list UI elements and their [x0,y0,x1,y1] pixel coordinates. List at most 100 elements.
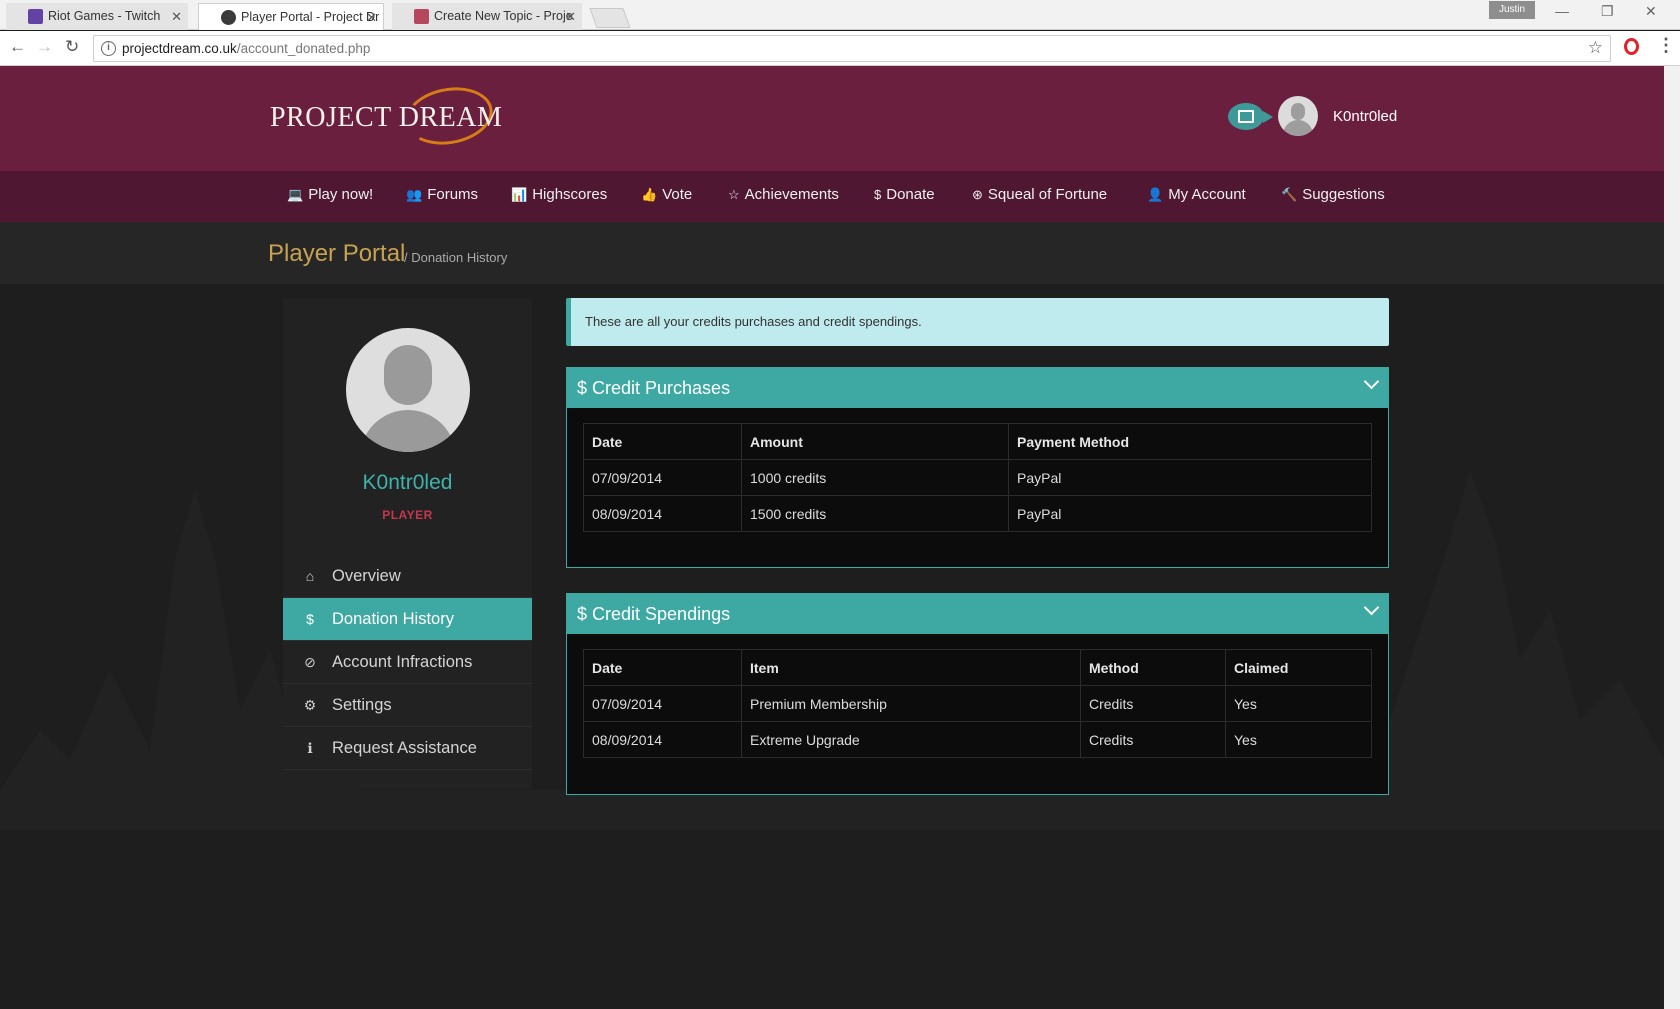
nav-suggestions[interactable]: 🔨 Suggestions [1281,186,1385,203]
profile-chip[interactable]: Justin [1489,1,1535,19]
nav-label: Achievements [744,186,839,203]
column-header: Claimed [1225,649,1372,686]
browser-tab-title: Player Portal - Project Dr [241,10,380,24]
site-info-icon[interactable]: i [101,41,116,56]
table-header-row: Date Item Method Claimed [583,649,1372,686]
purchases-table: Date Amount Payment Method 07/09/2014 10… [583,423,1372,532]
nav-my-account[interactable]: 👤 My Account [1147,186,1246,203]
nav-label: Highscores [532,186,608,203]
wheel-icon: ⊛ [972,187,983,202]
header-username[interactable]: K0ntr0led [1333,108,1397,125]
twitch-favicon-icon [28,9,43,24]
table-cell: PayPal [1008,495,1372,532]
panel-title: $ Credit Purchases [577,378,731,398]
nav-vote[interactable]: 👍 Vote [641,186,692,203]
back-icon[interactable]: ← [9,38,26,56]
alert-text: These are all your credits purchases and… [585,314,922,329]
nav-achievements[interactable]: ☆ Achievements [728,186,839,203]
restore-icon[interactable]: ❐ [1601,3,1614,20]
table-row: 08/09/2014 1500 credits PayPal [583,495,1372,532]
close-tab-icon[interactable]: ✕ [565,3,576,30]
nav-forums[interactable]: 👥 Forums [406,186,478,203]
chevron-down-icon[interactable] [1363,373,1380,390]
nav-squeal-of-fortune[interactable]: ⊛ Squeal of Fortune [972,186,1107,203]
avatar-head [384,345,432,405]
avatar[interactable] [1278,96,1318,136]
table-cell: 08/09/2014 [583,495,742,532]
table-cell: Premium Membership [741,685,1081,722]
browser-menu-icon[interactable]: ⋮ [1657,36,1675,54]
bookmark-star-icon[interactable]: ☆ [1588,38,1603,58]
browser-tab[interactable]: Create New Topic - Proje ✕ [392,3,582,30]
credit-spendings-panel: $ Credit Spendings Date Item Method Clai… [566,593,1389,795]
ban-icon: ⊘ [304,654,316,670]
sidebar-item-label: Account Infractions [332,653,473,671]
table-row: 08/09/2014 Extreme Upgrade Credits Yes [583,721,1372,758]
close-tab-icon[interactable]: ✕ [171,3,182,30]
panel-header[interactable]: $ Credit Spendings [567,594,1388,634]
nav-label: My Account [1168,186,1246,203]
opera-extension-icon[interactable] [1624,38,1639,55]
gavel-icon: 🔨 [1281,187,1298,202]
sidebar-item-request-assistance[interactable]: ℹ Request Assistance [283,727,532,770]
users-icon: 👥 [406,187,423,202]
messages-button[interactable] [1228,103,1273,130]
nav-donate[interactable]: $ Donate [874,186,935,203]
url-text: projectdream.co.uk/account_donated.php [122,41,370,56]
gear-icon: ⚙ [303,697,317,713]
star-icon: ☆ [728,187,740,202]
sidebar-item-account-infractions[interactable]: ⊘ Account Infractions [283,641,532,684]
table-cell: Credits [1080,721,1226,758]
page-title[interactable]: Player Portal [268,240,405,268]
laptop-icon: 💻 [287,187,304,202]
site-header: PROJECT DREAM K0ntr0led [0,66,1664,171]
nav-highscores[interactable]: 📊 Highscores [511,186,607,203]
chevron-down-icon[interactable] [1363,599,1380,616]
nav-label: Donate [886,186,935,203]
user-icon: 👤 [1147,187,1164,202]
sidebar-item-settings[interactable]: ⚙ Settings [283,684,532,727]
new-tab-button[interactable] [589,8,631,28]
breadcrumb: Player Portal / Donation History [0,222,1664,284]
forward-icon[interactable]: → [36,38,53,56]
thumbs-up-icon: 👍 [641,187,658,202]
table-cell: 1000 credits [741,459,1009,496]
sidebar-item-donation-history[interactable]: $ Donation History [283,598,532,641]
browser-tab-active[interactable]: Player Portal - Project Dr ✕ [198,3,384,30]
close-window-icon[interactable]: ✕ [1645,3,1657,20]
panel-title: $ Credit Spendings [577,604,731,624]
site-logo[interactable]: PROJECT DREAM [270,80,502,152]
avatar-body [1283,120,1313,136]
address-bar: ← → ↻ i projectdream.co.uk/account_donat… [0,31,1680,66]
home-icon: ⌂ [305,568,315,584]
column-header: Payment Method [1008,423,1372,460]
table-cell: Yes [1225,721,1372,758]
avatar-body [360,410,456,452]
nav-label: Forums [427,186,479,203]
url-host: projectdream.co.uk [122,41,237,56]
sidebar-item-label: Settings [332,696,392,714]
breadcrumb-current: / Donation History [404,250,508,265]
browser-tab[interactable]: Riot Games - Twitch ✕ [6,3,188,30]
sidebar-item-overview[interactable]: ⌂ Overview [283,555,532,598]
minimize-icon[interactable]: — [1555,3,1569,19]
url-field[interactable]: i projectdream.co.uk/account_donated.php… [93,35,1611,62]
table-cell: Extreme Upgrade [741,721,1081,758]
info-icon: ℹ [307,740,313,756]
nav-play-now[interactable]: 💻 Play now! [287,186,373,203]
browser-tab-title: Create New Topic - Proje [434,9,573,23]
column-header: Item [741,649,1081,686]
column-header: Method [1080,649,1226,686]
nav-label: Play now! [308,186,374,203]
logo-text: PROJECT DREAM [270,102,503,133]
close-tab-icon[interactable]: ✕ [366,4,377,30]
sidebar-item-label: Overview [332,567,401,585]
panel-header[interactable]: $ Credit Purchases [567,368,1388,408]
sidebar-menu: ⌂ Overview $ Donation History ⊘ Account Inf… [283,555,532,770]
reload-icon[interactable]: ↻ [65,38,79,56]
nav-label: Squeal of Fortune [987,186,1108,203]
scrollbar[interactable] [1664,66,1680,1009]
table-cell: Yes [1225,685,1372,722]
nav-label: Suggestions [1302,186,1385,203]
spendings-table: Date Item Method Claimed 07/09/2014 Prem… [583,649,1372,758]
